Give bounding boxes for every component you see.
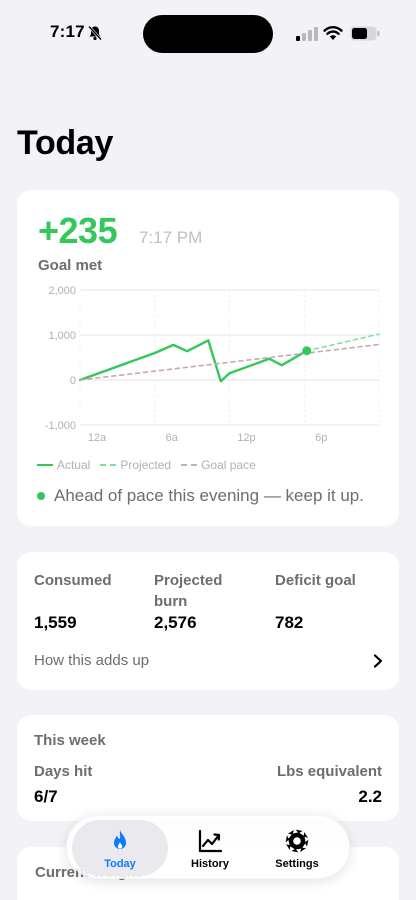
flame-icon: [114, 830, 126, 849]
x-tick-label: 6a: [166, 432, 179, 444]
y-tick-label: 0: [70, 375, 76, 387]
tab-history[interactable]: History: [162, 820, 258, 876]
legend-goal-pace-label: Goal pace: [201, 458, 256, 472]
legend-projected-label: Projected: [120, 458, 172, 472]
pace-message: Ahead of pace this evening — keep it up.: [37, 486, 364, 506]
battery-icon: [350, 26, 380, 41]
tab-today[interactable]: Today: [72, 820, 168, 876]
y-tick-label: 1,000: [48, 330, 76, 342]
deficit-goal-value: 782: [275, 613, 304, 632]
tab-history-label: History: [191, 858, 229, 870]
legend-actual-swatch: [37, 464, 53, 466]
current-point: [302, 346, 312, 356]
projected-burn-label-line1: Projected: [154, 572, 223, 589]
goal-status: Goal met: [38, 257, 103, 274]
deficit-goal-label: Deficit goal: [275, 572, 356, 589]
projected-burn-label: Projected burn: [154, 570, 222, 612]
y-tick-label: -1,000: [45, 420, 76, 432]
how-this-adds-up-link[interactable]: How this adds up: [17, 646, 399, 678]
lbs-equivalent-value: 2.2: [358, 787, 382, 806]
this-week-card: This week Days hit 6/7 Lbs equivalent 2.…: [17, 715, 399, 821]
consumed-label: Consumed: [34, 572, 112, 589]
pace-status-dot: [37, 492, 45, 500]
chart-icon: [198, 829, 223, 853]
chart-legend: Actual Projected Goal pace: [37, 458, 256, 472]
status-bar: 7:17: [0, 0, 416, 66]
consumed-value: 1,559: [34, 613, 77, 632]
chevron-right-icon: [373, 654, 383, 668]
net-calories-value: +235: [38, 210, 118, 251]
status-time: 7:17: [50, 22, 85, 41]
today-summary-card: +235 7:17 PM Goal met 2,000 1,000 0 -1,000 1…: [17, 190, 399, 526]
how-this-adds-up-label: How this adds up: [34, 652, 150, 669]
pace-message-text: Ahead of pace this evening — keep it up.: [54, 486, 364, 505]
x-tick-label: 12a: [88, 432, 107, 444]
legend-goal-pace: Goal pace: [181, 458, 256, 472]
page-title: Today: [17, 124, 114, 162]
legend-projected: Projected: [100, 458, 171, 472]
summary-time: 7:17 PM: [139, 228, 203, 247]
projected-burn-value: 2,576: [154, 613, 197, 632]
legend-actual: Actual: [37, 458, 90, 472]
dynamic-island: [143, 15, 273, 53]
gear-icon: [285, 829, 309, 853]
legend-goal-pace-swatch: [181, 464, 198, 466]
x-tick-label: 12p: [237, 432, 255, 444]
this-week-title: This week: [34, 732, 106, 749]
tab-bar: Today History Settings: [66, 815, 350, 879]
days-hit-label: Days hit: [34, 763, 93, 780]
wifi-icon: [323, 26, 343, 40]
y-tick-label: 2,000: [48, 285, 76, 297]
bell-slash-icon: [88, 25, 102, 41]
calorie-chart: 2,000 1,000 0 -1,000 12a 6a 12p 6p: [45, 285, 380, 444]
cellular-signal-icon: [296, 27, 318, 41]
tab-settings-label: Settings: [275, 858, 319, 870]
projected-burn-label-line2: burn: [154, 593, 188, 610]
lbs-equivalent-label: Lbs equivalent: [276, 763, 382, 780]
legend-projected-swatch: [100, 464, 117, 466]
days-hit-value: 6/7: [34, 787, 58, 806]
tab-settings[interactable]: Settings: [249, 820, 345, 876]
legend-actual-label: Actual: [57, 458, 91, 472]
stats-card: Consumed Projected burn Deficit goal 1,5…: [17, 552, 399, 690]
x-tick-label: 6p: [315, 432, 327, 444]
tab-today-label: Today: [104, 858, 136, 870]
